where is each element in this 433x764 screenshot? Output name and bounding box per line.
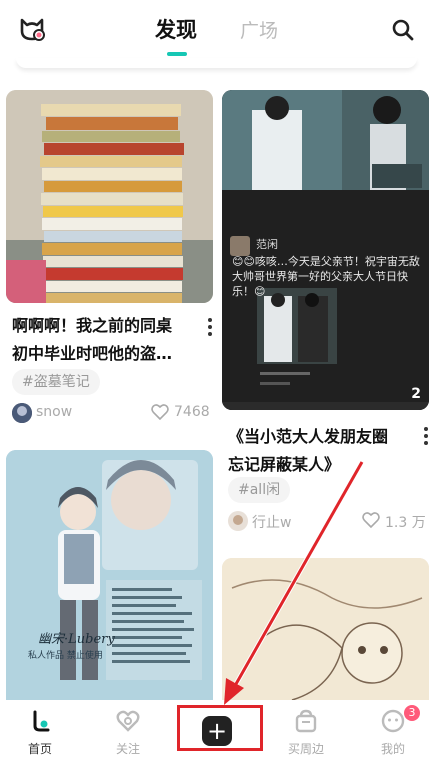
moments-screenshot-illustration [222, 90, 429, 410]
post-tag[interactable]: #all闲 [228, 477, 291, 503]
like-count: 7468 [174, 404, 210, 420]
book-stack-illustration [6, 90, 213, 303]
nav-profile-label: 我的 [380, 742, 405, 756]
avatar[interactable] [228, 511, 248, 531]
nav-home[interactable]: 首页 [10, 700, 70, 764]
like-count: 1.3 万 [385, 515, 426, 531]
post-image-character[interactable]: 幽宋·Lubery 私人作品 禁止使用 [6, 450, 213, 700]
avatar-image [12, 403, 32, 423]
profile-icon [381, 709, 405, 733]
post-image-books[interactable] [6, 90, 213, 303]
image-watermark: 私人作品 禁止使用 [28, 651, 103, 661]
nav-follow-label: 关注 [115, 742, 140, 756]
character-illustration [6, 450, 213, 700]
post-title-line2[interactable]: 忘记屏蔽某人》 [228, 451, 340, 479]
image-signature: 幽宋·Lubery [38, 632, 115, 647]
avatar-image [228, 511, 248, 531]
shop-icon [295, 709, 317, 733]
heart-icon[interactable] [151, 404, 169, 420]
author-name[interactable]: snow [36, 404, 72, 420]
nav-shop-label: 买周边 [287, 742, 324, 756]
active-tab-indicator [167, 52, 187, 56]
moments-text: 😊😊咳咳…今天是父亲节！祝宇宙无敌大帅哥世界第一好的父亲大人节日快乐！😊 [232, 255, 420, 298]
app-page: 发现 广场 啊啊啊！我之前的同桌 初中毕业时吧他的盗… #盗墓笔记 snow 7… [0, 0, 433, 764]
tab-discover[interactable]: 发现 [155, 14, 197, 44]
top-bar: 发现 广场 [0, 0, 433, 60]
search-icon[interactable] [391, 18, 415, 42]
notification-badge: 3 [404, 705, 420, 721]
manga-illustration [222, 558, 429, 700]
post-image-manga[interactable] [222, 558, 429, 700]
more-options-icon[interactable] [423, 426, 429, 446]
highlight-box [177, 705, 263, 751]
more-options-icon[interactable] [207, 317, 213, 337]
post-tag[interactable]: #盗墓笔记 [12, 369, 100, 395]
cat-badge-icon[interactable] [18, 16, 46, 42]
header-divider [16, 58, 417, 68]
photo-count: 2 [411, 386, 421, 402]
post-image-moments[interactable]: 范闲 😊😊咳咳…今天是父亲节！祝宇宙无敌大帅哥世界第一好的父亲大人节日快乐！😊 … [222, 90, 429, 410]
post-title-line1[interactable]: 啊啊啊！我之前的同桌 [12, 312, 172, 340]
nav-follow[interactable]: 关注 [98, 700, 158, 764]
post-title-line2[interactable]: 初中毕业时吧他的盗… [12, 340, 172, 368]
tab-square[interactable]: 广场 [240, 16, 278, 43]
heart-icon[interactable] [362, 512, 380, 528]
author-name[interactable]: 行止w [252, 512, 291, 532]
follow-icon [116, 710, 140, 732]
nav-home-label: 首页 [27, 742, 52, 756]
moments-author: 范闲 [256, 238, 278, 251]
post-title-line1[interactable]: 《当小范大人发朋友圈 [228, 423, 388, 451]
nav-shop[interactable]: 买周边 [276, 700, 336, 764]
avatar[interactable] [12, 403, 32, 423]
home-icon [33, 710, 50, 732]
